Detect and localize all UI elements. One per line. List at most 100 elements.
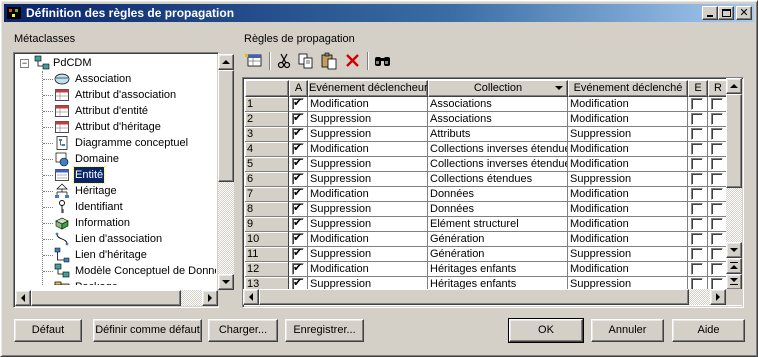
row-number[interactable]: 9 xyxy=(245,217,289,232)
checkbox[interactable]: ✔ xyxy=(292,172,304,185)
checkbox[interactable] xyxy=(691,203,703,215)
checkbox[interactable] xyxy=(711,128,723,140)
set-default-button[interactable]: Définir comme défaut xyxy=(93,319,202,342)
column-header-e[interactable]: E xyxy=(688,80,708,97)
table-row[interactable]: 1 ✔ Modification Associations Modification xyxy=(245,97,726,112)
cell-trigger[interactable]: Modification xyxy=(308,262,428,277)
minimize-button[interactable] xyxy=(702,6,718,20)
cell-collection[interactable]: Données xyxy=(428,187,568,202)
cell-collection[interactable]: Associations xyxy=(428,112,568,127)
checkbox[interactable]: ✔ xyxy=(292,202,304,215)
checkbox[interactable] xyxy=(711,188,723,200)
cell-collection[interactable]: Associations xyxy=(428,97,568,112)
checkbox[interactable] xyxy=(691,188,703,200)
cell-triggered[interactable]: Modification xyxy=(568,157,688,172)
row-number[interactable]: 11 xyxy=(245,247,289,262)
checkbox[interactable] xyxy=(691,218,703,230)
row-number[interactable]: 4 xyxy=(245,142,289,157)
checkbox[interactable]: ✔ xyxy=(292,157,304,170)
checkbox[interactable] xyxy=(691,278,703,289)
checkbox[interactable] xyxy=(711,158,723,170)
checkbox[interactable] xyxy=(691,233,703,245)
checkbox[interactable] xyxy=(711,203,723,215)
cell-collection[interactable]: Collections inverses étendues xyxy=(428,157,568,172)
column-header-a[interactable]: A xyxy=(289,80,308,97)
cell-collection[interactable]: Héritages enfants xyxy=(428,277,568,289)
cell-collection[interactable]: Collections inverses étendues xyxy=(428,142,568,157)
dropdown-arrow-icon[interactable] xyxy=(555,86,563,90)
maximize-button[interactable] xyxy=(718,6,734,20)
tree-scroll-up-button[interactable] xyxy=(218,54,234,70)
find-icon[interactable] xyxy=(373,51,393,71)
table-row[interactable]: 2 ✔ Suppression Associations Modification xyxy=(245,112,726,127)
row-number[interactable]: 6 xyxy=(245,172,289,187)
cell-collection[interactable]: Collections étendues xyxy=(428,172,568,187)
checkbox[interactable] xyxy=(711,233,723,245)
cell-trigger[interactable]: Modification xyxy=(308,232,428,247)
row-number[interactable]: 13 xyxy=(245,277,289,289)
cell-trigger[interactable]: Suppression xyxy=(308,127,428,142)
cell-triggered[interactable]: Modification xyxy=(568,202,688,217)
cut-icon[interactable] xyxy=(274,51,294,71)
grid-page-up-button[interactable] xyxy=(726,258,742,274)
table-row[interactable]: 4 ✔ Modification Collections inverses étend… xyxy=(245,142,726,157)
column-header-r[interactable]: R xyxy=(708,80,726,97)
checkbox[interactable] xyxy=(691,248,703,260)
column-header-collection[interactable]: Collection xyxy=(428,80,568,97)
checkbox[interactable] xyxy=(691,113,703,125)
checkbox[interactable] xyxy=(711,143,723,155)
checkbox[interactable] xyxy=(691,98,703,110)
table-row[interactable]: 3 ✔ Suppression Attributs Suppression xyxy=(245,127,726,142)
cell-trigger[interactable]: Suppression xyxy=(308,217,428,232)
checkbox[interactable] xyxy=(711,113,723,125)
row-number[interactable]: 8 xyxy=(245,202,289,217)
cell-collection[interactable]: Génération xyxy=(428,232,568,247)
cell-collection[interactable]: Elément structurel xyxy=(428,217,568,232)
cell-triggered[interactable]: Modification xyxy=(568,262,688,277)
row-number[interactable]: 3 xyxy=(245,127,289,142)
metaclass-tree[interactable]: − PdCDM Association Attribut d'associatio… xyxy=(13,52,219,308)
cell-trigger[interactable]: Suppression xyxy=(308,202,428,217)
cell-trigger[interactable]: Suppression xyxy=(308,172,428,187)
cell-collection[interactable]: Génération xyxy=(428,247,568,262)
checkbox[interactable]: ✔ xyxy=(292,262,304,275)
table-row[interactable]: 8 ✔ Suppression Données Modification xyxy=(245,202,726,217)
cell-trigger[interactable]: Modification xyxy=(308,142,428,157)
cell-trigger[interactable]: Suppression xyxy=(308,157,428,172)
grid-scroll-down-button[interactable] xyxy=(726,242,742,258)
checkbox[interactable]: ✔ xyxy=(292,277,304,289)
row-number[interactable]: 12 xyxy=(245,262,289,277)
cell-triggered[interactable]: Suppression xyxy=(568,172,688,187)
checkbox[interactable]: ✔ xyxy=(292,127,304,140)
checkbox[interactable] xyxy=(691,128,703,140)
checkbox[interactable]: ✔ xyxy=(292,97,304,110)
save-button[interactable]: Enregistrer... xyxy=(285,319,364,342)
checkbox[interactable]: ✔ xyxy=(292,217,304,230)
tree-hscroll-thumb[interactable] xyxy=(31,290,181,306)
grid-vscroll-thumb[interactable] xyxy=(726,94,742,188)
row-number[interactable]: 2 xyxy=(245,112,289,127)
table-row[interactable]: 7 ✔ Modification Données Modification xyxy=(245,187,726,202)
row-number[interactable]: 1 xyxy=(245,97,289,112)
grid-hscroll-thumb[interactable] xyxy=(259,289,689,305)
default-button[interactable]: Défaut xyxy=(14,319,82,342)
checkbox[interactable]: ✔ xyxy=(292,112,304,125)
table-row[interactable]: 11 ✔ Suppression Génération Suppression xyxy=(245,247,726,262)
cell-trigger[interactable]: Suppression xyxy=(308,277,428,289)
checkbox[interactable] xyxy=(691,143,703,155)
cancel-button[interactable]: Annuler xyxy=(591,319,664,342)
table-row[interactable]: 10 ✔ Modification Génération Modification xyxy=(245,232,726,247)
ok-button[interactable]: OK xyxy=(508,318,584,343)
cell-trigger[interactable]: Modification xyxy=(308,187,428,202)
add-row-icon[interactable] xyxy=(244,51,264,71)
checkbox[interactable]: ✔ xyxy=(292,232,304,245)
cell-collection[interactable]: Données xyxy=(428,202,568,217)
checkbox[interactable] xyxy=(711,173,723,185)
checkbox[interactable] xyxy=(711,263,723,275)
checkbox[interactable] xyxy=(691,158,703,170)
paste-icon[interactable] xyxy=(319,51,339,71)
table-row[interactable]: 5 ✔ Suppression Collections inverses étendu… xyxy=(245,157,726,172)
cell-triggered[interactable]: Modification xyxy=(568,187,688,202)
column-header-triggered[interactable]: Evénement déclenché xyxy=(568,80,688,97)
cell-triggered[interactable]: Modification xyxy=(568,97,688,112)
